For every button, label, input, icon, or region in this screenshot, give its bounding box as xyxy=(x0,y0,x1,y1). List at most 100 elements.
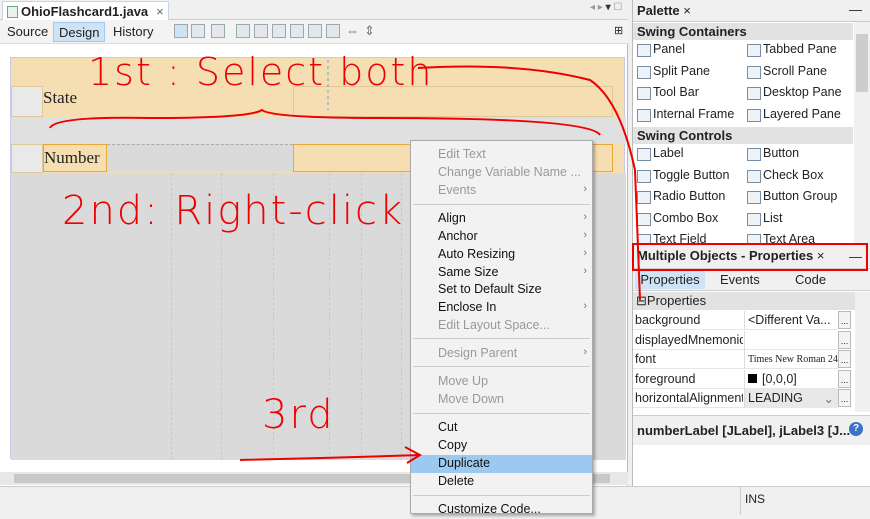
palette-item-list[interactable]: List xyxy=(745,211,782,226)
minimize-icon[interactable]: — xyxy=(849,2,862,17)
align-left-icon[interactable] xyxy=(236,24,250,38)
palette-title: Palette xyxy=(637,3,680,18)
menu-item-auto-resizing[interactable]: Auto Resizing › xyxy=(411,246,592,264)
menu-item-cut[interactable]: Cut xyxy=(411,419,592,437)
palette-item-text-field[interactable]: Text Field xyxy=(635,232,707,247)
palette-section-header[interactable]: Swing Controls xyxy=(633,127,853,144)
property-row-foreground: foreground [0,0,0]... xyxy=(633,369,851,389)
palette-item-toggle-button[interactable]: Toggle Button xyxy=(635,168,729,183)
menu-item-change-variable-name: Change Variable Name ... xyxy=(411,164,592,182)
number-label[interactable]: Number xyxy=(43,144,107,172)
menu-separator xyxy=(413,413,590,414)
palette-item-desktop-pane[interactable]: Desktop Pane xyxy=(745,85,842,100)
property-row-font: font Times New Roman 24 I... xyxy=(633,350,851,369)
palette-item-layered-pane[interactable]: Layered Pane xyxy=(745,107,841,122)
menu-item-customize-code[interactable]: Customize Code... xyxy=(411,501,592,519)
state-label[interactable]: State xyxy=(43,88,77,108)
property-editor-button[interactable]: ... xyxy=(838,350,851,368)
property-value-text: Times New Roman 24 I xyxy=(748,354,838,365)
property-value[interactable]: <Different Va... xyxy=(744,311,838,330)
align-top-icon[interactable] xyxy=(290,24,304,38)
tab-properties[interactable]: Properties xyxy=(635,270,705,289)
align-right-icon[interactable] xyxy=(254,24,268,38)
center-horizontally-icon[interactable] xyxy=(272,24,286,38)
submenu-arrow-icon: › xyxy=(583,265,587,277)
palette-item-split-pane[interactable]: Split Pane xyxy=(635,64,710,79)
palette-item-button-group[interactable]: Button Group xyxy=(745,189,837,204)
close-palette-icon[interactable]: × xyxy=(683,3,691,18)
palette-item-radio-button[interactable]: Radio Button xyxy=(635,189,725,204)
window-menu-icon[interactable]: ◂ ▸ ▾ ☐ xyxy=(590,2,622,13)
property-editor-button[interactable]: ... xyxy=(838,330,851,349)
menu-item-label: Auto Resizing xyxy=(438,247,516,261)
palette-item-check-box[interactable]: Check Box xyxy=(745,168,823,183)
properties-scrollbar[interactable] xyxy=(855,292,870,412)
menu-item-label: Move Down xyxy=(438,392,504,406)
expand-icon[interactable]: ⊞ xyxy=(614,24,623,37)
annotation-step-2: 2nd: Right-click xyxy=(62,188,405,234)
menu-item-label: Edit Text xyxy=(438,147,486,161)
color-swatch xyxy=(748,373,757,383)
connection-mode-icon[interactable] xyxy=(191,24,205,38)
menu-item-align[interactable]: Align › xyxy=(411,210,592,228)
menu-separator xyxy=(413,366,590,367)
property-editor-button[interactable]: ... xyxy=(838,311,851,329)
palette-item-text-area[interactable]: Text Area xyxy=(745,232,815,247)
preview-design-icon[interactable] xyxy=(211,24,225,38)
palette-section-header[interactable]: Swing Containers xyxy=(633,23,853,40)
close-tab-icon[interactable]: × xyxy=(156,4,164,19)
palette-item-scroll-pane[interactable]: Scroll Pane xyxy=(745,64,827,79)
menu-separator xyxy=(413,338,590,339)
property-name: foreground xyxy=(635,371,696,386)
palette-scrollbar[interactable] xyxy=(854,22,870,243)
menu-item-delete[interactable]: Delete xyxy=(411,473,592,491)
palette-item-panel[interactable]: Panel xyxy=(635,42,685,57)
menu-item-label: Anchor xyxy=(438,229,478,243)
file-tab[interactable]: OhioFlashcard1.java × xyxy=(2,1,169,20)
property-value[interactable]: [0,0,0] xyxy=(744,369,838,389)
tab-source[interactable]: Source xyxy=(2,22,53,42)
palette-item-label[interactable]: Label xyxy=(635,146,684,161)
context-menu: Edit Text Change Variable Name ... Events ›… xyxy=(410,140,593,516)
property-value[interactable] xyxy=(744,330,838,350)
align-bottom-icon[interactable] xyxy=(308,24,322,38)
palette-item-tabbed-pane[interactable]: Tabbed Pane xyxy=(745,42,837,57)
property-value[interactable]: Times New Roman 24 I xyxy=(744,350,838,369)
dropdown-chevron-icon[interactable]: ⌄ xyxy=(824,391,834,406)
vertical-resize-icon[interactable]: ⇕ xyxy=(364,23,375,39)
tab-history[interactable]: History xyxy=(108,22,158,42)
insert-mode: INS xyxy=(740,487,769,515)
menu-item-same-size[interactable]: Same Size › xyxy=(411,264,592,282)
menu-item-anchor[interactable]: Anchor › xyxy=(411,228,592,246)
menu-item-enclose-in[interactable]: Enclose In › xyxy=(411,299,592,317)
selection-mode-icon[interactable] xyxy=(174,24,188,38)
submenu-arrow-icon: › xyxy=(583,346,587,358)
palette-item-tool-bar[interactable]: Tool Bar xyxy=(635,85,699,100)
menu-item-duplicate[interactable]: Duplicate xyxy=(411,455,592,473)
close-properties-icon[interactable]: × xyxy=(817,248,825,263)
property-row-horizontalAlignment: horizontalAlignment LEADING ⌄... xyxy=(633,389,851,408)
palette-item-internal-frame[interactable]: Internal Frame xyxy=(635,107,734,122)
minimize-icon[interactable]: — xyxy=(849,249,862,264)
property-value[interactable]: LEADING ⌄ xyxy=(744,389,838,408)
submenu-arrow-icon: › xyxy=(583,229,587,241)
menu-item-set-to-default-size[interactable]: Set to Default Size xyxy=(411,281,592,299)
menu-item-events: Events › xyxy=(411,182,592,200)
menu-item-copy[interactable]: Copy xyxy=(411,437,592,455)
tab-design[interactable]: Design xyxy=(53,22,106,42)
help-icon[interactable]: ? xyxy=(849,422,863,436)
horizontal-resize-icon[interactable]: ⇔ xyxy=(346,23,359,38)
tab-code[interactable]: Code xyxy=(795,272,826,287)
property-editor-button[interactable]: ... xyxy=(838,389,851,407)
property-name: font xyxy=(635,352,656,366)
properties-section[interactable]: ⊟Properties xyxy=(633,292,855,310)
center-vertically-icon[interactable] xyxy=(326,24,340,38)
palette-item-button[interactable]: Button xyxy=(745,146,799,161)
palette-item-combo-box[interactable]: Combo Box xyxy=(635,211,718,226)
tab-events[interactable]: Events xyxy=(720,272,760,287)
properties-header: Multiple Objects - Properties × — xyxy=(633,245,870,269)
file-tab-label: OhioFlashcard1.java xyxy=(21,4,149,19)
menu-item-edit-text: Edit Text xyxy=(411,146,592,164)
property-row-displayedMnemonic: displayedMnemonic... xyxy=(633,330,851,350)
property-editor-button[interactable]: ... xyxy=(838,369,851,388)
